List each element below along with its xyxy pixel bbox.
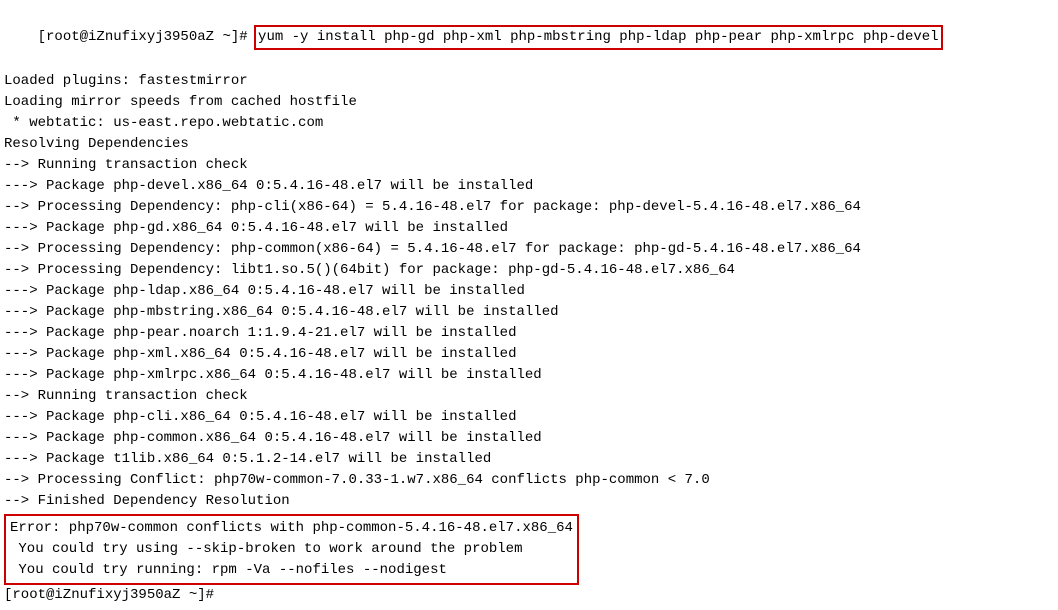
output-line: --> Running transaction check: [4, 386, 1054, 407]
output-line: --> Finished Dependency Resolution: [4, 491, 1054, 512]
highlighted-error-block: Error: php70w-common conflicts with php-…: [4, 514, 579, 585]
output-line: ---> Package php-common.x86_64 0:5.4.16-…: [4, 428, 1054, 449]
error-line: You could try using --skip-broken to wor…: [10, 539, 573, 560]
output-line: --> Running transaction check: [4, 155, 1054, 176]
highlighted-command: yum -y install php-gd php-xml php-mbstri…: [254, 25, 943, 50]
output-line: ---> Package php-xmlrpc.x86_64 0:5.4.16-…: [4, 365, 1054, 386]
output-line: ---> Package php-gd.x86_64 0:5.4.16-48.e…: [4, 218, 1054, 239]
output-line: Resolving Dependencies: [4, 134, 1054, 155]
output-line: * webtatic: us-east.repo.webtatic.com: [4, 113, 1054, 134]
shell-prompt: [root@iZnufixyj3950aZ ~]#: [38, 29, 256, 45]
shell-prompt[interactable]: [root@iZnufixyj3950aZ ~]#: [4, 585, 1054, 606]
output-line: ---> Package php-xml.x86_64 0:5.4.16-48.…: [4, 344, 1054, 365]
output-line: ---> Package t1lib.x86_64 0:5.1.2-14.el7…: [4, 449, 1054, 470]
output-line: ---> Package php-mbstring.x86_64 0:5.4.1…: [4, 302, 1054, 323]
output-line: ---> Package php-pear.noarch 1:1.9.4-21.…: [4, 323, 1054, 344]
command-line[interactable]: [root@iZnufixyj3950aZ ~]# yum -y install…: [4, 4, 1054, 71]
output-line: --> Processing Dependency: php-common(x8…: [4, 239, 1054, 260]
error-line: Error: php70w-common conflicts with php-…: [10, 518, 573, 539]
terminal-output: [root@iZnufixyj3950aZ ~]# yum -y install…: [4, 4, 1054, 606]
output-line: Loading mirror speeds from cached hostfi…: [4, 92, 1054, 113]
output-line: --> Processing Dependency: libt1.so.5()(…: [4, 260, 1054, 281]
output-line: --> Processing Conflict: php70w-common-7…: [4, 470, 1054, 491]
output-line: ---> Package php-cli.x86_64 0:5.4.16-48.…: [4, 407, 1054, 428]
output-line: Loaded plugins: fastestmirror: [4, 71, 1054, 92]
output-line: ---> Package php-ldap.x86_64 0:5.4.16-48…: [4, 281, 1054, 302]
error-line: You could try running: rpm -Va --nofiles…: [10, 560, 573, 581]
output-line: ---> Package php-devel.x86_64 0:5.4.16-4…: [4, 176, 1054, 197]
output-line: --> Processing Dependency: php-cli(x86-6…: [4, 197, 1054, 218]
